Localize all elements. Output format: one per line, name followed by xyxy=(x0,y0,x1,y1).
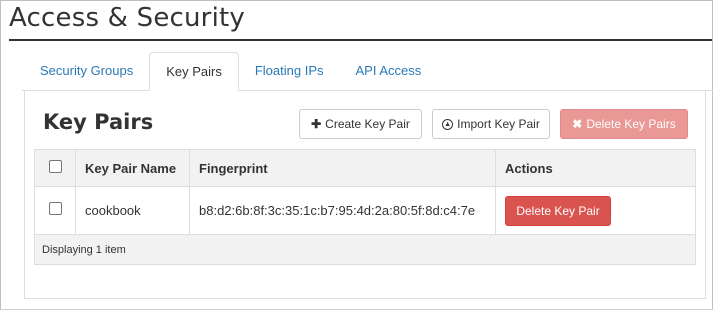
table-row: cookbook b8:d2:6b:8f:3c:35:1c:b7:95:4d:2… xyxy=(34,186,696,235)
import-key-pair-button[interactable]: ▲ Import Key Pair xyxy=(432,109,550,139)
times-icon: ✖ xyxy=(572,117,583,131)
row-actions-cell: Delete Key Pair xyxy=(495,186,696,235)
column-header-name[interactable]: Key Pair Name xyxy=(75,149,190,187)
tab-bar: Security Groups Key Pairs Floating IPs A… xyxy=(24,52,437,91)
table-header-row: Key Pair Name Fingerprint Actions xyxy=(34,149,696,187)
upload-circle-icon: ▲ xyxy=(442,118,454,130)
row-select-cell xyxy=(34,186,76,235)
title-divider xyxy=(9,39,712,41)
delete-key-pairs-label: Delete Key Pairs xyxy=(586,117,676,131)
key-pairs-table: Key Pair Name Fingerprint Actions cookbo… xyxy=(34,149,696,265)
section-title: Key Pairs xyxy=(43,110,154,134)
delete-key-pair-button[interactable]: Delete Key Pair xyxy=(505,195,611,226)
column-header-fingerprint[interactable]: Fingerprint xyxy=(189,149,496,187)
tab-key-pairs[interactable]: Key Pairs xyxy=(149,52,239,91)
tab-floating-ips[interactable]: Floating IPs xyxy=(239,52,340,91)
create-key-pair-label: Create Key Pair xyxy=(325,117,410,131)
page-title: Access & Security xyxy=(9,3,245,33)
tab-security-groups[interactable]: Security Groups xyxy=(24,52,149,91)
row-checkbox[interactable] xyxy=(48,202,62,216)
plus-icon: ✚ xyxy=(311,117,322,131)
table-footer-count: Displaying 1 item xyxy=(34,234,696,265)
key-pair-fingerprint: b8:d2:6b:8f:3c:35:1c:b7:95:4d:2a:80:5f:8… xyxy=(189,186,496,235)
select-all-cell xyxy=(34,149,76,187)
key-pair-name: cookbook xyxy=(75,186,190,235)
table-footer-row: Displaying 1 item xyxy=(34,234,696,265)
create-key-pair-button[interactable]: ✚ Create Key Pair xyxy=(299,109,422,139)
select-all-checkbox[interactable] xyxy=(48,159,62,173)
import-key-pair-label: Import Key Pair xyxy=(457,117,540,131)
column-header-actions: Actions xyxy=(495,149,696,187)
tabs-divider xyxy=(22,90,713,91)
tab-api-access[interactable]: API Access xyxy=(340,52,438,91)
delete-key-pairs-button[interactable]: ✖ Delete Key Pairs xyxy=(560,109,688,139)
